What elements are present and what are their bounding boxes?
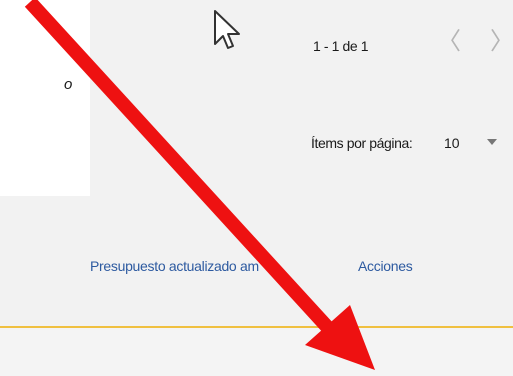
red-arrow-icon [24, 0, 375, 370]
